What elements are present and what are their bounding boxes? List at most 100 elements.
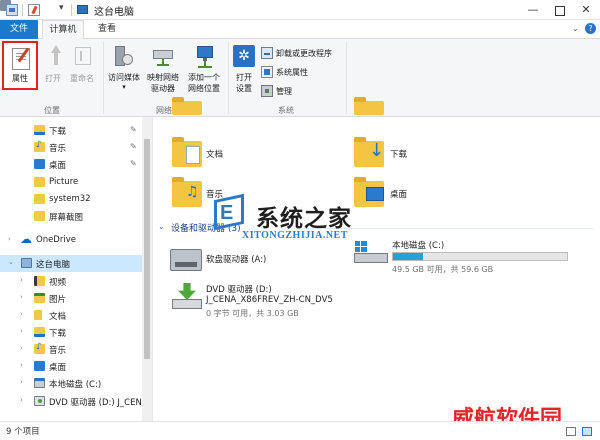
rename-button[interactable]: 重命名 — [66, 41, 98, 90]
nav-item-local-disk[interactable]: › 本地磁盘 (C:) — [0, 375, 142, 392]
nav-item-pictures[interactable]: › 图片 — [0, 290, 142, 307]
add-network-location-button[interactable]: 添加一个 网络位置 — [183, 41, 225, 101]
pin-icon[interactable]: ✎ — [130, 125, 137, 134]
nav-item-onedrive[interactable]: › OneDrive — [0, 232, 142, 249]
nav-item-label: 图片 — [49, 295, 67, 305]
local-disk-label[interactable]: 本地磁盘 (C:) — [392, 239, 444, 251]
expand-arrow-icon[interactable]: › — [20, 293, 23, 301]
floppy-drive-icon[interactable] — [170, 249, 202, 271]
network-location-icon — [195, 44, 217, 68]
expand-arrow-icon[interactable]: › — [20, 396, 23, 404]
expand-arrow-icon[interactable]: › — [20, 344, 23, 352]
ribbon-separator — [103, 42, 104, 114]
local-disk-icon — [34, 378, 45, 388]
pin-icon[interactable]: ✎ — [130, 159, 137, 168]
nav-scrollbar-thumb[interactable] — [144, 139, 150, 359]
manage-button[interactable]: 管理 — [276, 86, 292, 97]
tab-view[interactable]: 查看 — [88, 20, 126, 39]
rename-label: 重命名 — [70, 74, 94, 83]
expand-arrow-icon[interactable]: › — [20, 276, 23, 284]
folder-label-downloads[interactable]: 下载 — [390, 148, 407, 160]
location-group-label: 位置 — [44, 106, 60, 115]
music-folder-icon — [34, 342, 45, 354]
tab-file[interactable]: 文件 — [0, 20, 38, 39]
quick-access-divider — [71, 4, 72, 16]
nav-item-picture[interactable]: Picture — [0, 174, 142, 191]
add-location-label-2: 网络位置 — [188, 84, 220, 93]
nav-item-desktop[interactable]: 桌面 ✎ — [0, 156, 142, 173]
dvd-drive-label[interactable]: DVD 驱动器 (D:) — [206, 283, 272, 295]
nav-item-dvd-drive[interactable]: › DVD 驱动器 (D:) J_CEN — [0, 393, 142, 410]
open-label: 打开 — [45, 74, 61, 83]
expand-arrow-icon[interactable]: › — [20, 361, 23, 369]
this-pc-icon — [21, 258, 32, 268]
open-settings-button[interactable]: 打开 设置 — [230, 41, 258, 101]
this-pc-icon — [77, 5, 88, 14]
nav-item-downloads[interactable]: › 下载 — [0, 324, 142, 341]
folder-icon — [354, 97, 384, 115]
music-folder-icon — [34, 140, 45, 152]
nav-item-system32[interactable]: system32 — [0, 191, 142, 208]
maximize-button[interactable] — [546, 0, 572, 20]
music-folder-icon[interactable] — [172, 177, 202, 207]
nav-item-desktop[interactable]: › 桌面 — [0, 358, 142, 375]
nav-item-videos[interactable]: › 视频 — [0, 273, 142, 290]
folder-label-desktop[interactable]: 桌面 — [390, 188, 407, 200]
uninstall-programs-button[interactable]: 卸载或更改程序 — [276, 48, 332, 59]
floppy-drive-label[interactable]: 软盘驱动器 (A:) — [206, 253, 266, 265]
quick-access-dropdown-icon[interactable]: ▾ — [59, 3, 64, 13]
collapse-arrow-icon[interactable]: ⌄ — [8, 258, 14, 266]
download-folder-icon — [34, 125, 45, 135]
local-disk-icon[interactable] — [354, 241, 388, 263]
minimize-button[interactable]: — — [520, 0, 546, 20]
nav-item-documents[interactable]: › 文档 — [0, 307, 142, 324]
details-view-icon[interactable] — [566, 427, 576, 436]
nav-item-music[interactable]: › 音乐 — [0, 341, 142, 358]
nav-item-label: 视频 — [49, 278, 67, 288]
tab-computer[interactable]: 计算机 — [42, 20, 84, 40]
dvd-volume-label[interactable]: J_CENA_X86FREV_ZH-CN_DV5 — [206, 295, 333, 305]
nav-item-music[interactable]: 音乐 ✎ — [0, 139, 142, 156]
nav-item-label: 本地磁盘 (C:) — [49, 380, 102, 390]
system-menu-icon[interactable] — [6, 4, 18, 16]
nav-item-label: 文档 — [49, 312, 67, 322]
nav-item-downloads[interactable]: 下载 ✎ — [0, 122, 142, 139]
help-icon[interactable]: ? — [585, 23, 596, 34]
expand-arrow-icon[interactable]: › — [8, 235, 11, 243]
nav-item-screenshots[interactable]: 屏幕截图 — [0, 208, 142, 225]
desktop-folder-icon[interactable] — [354, 177, 384, 207]
folder-icon — [34, 177, 45, 187]
nav-item-label: 这台电脑 — [36, 260, 71, 270]
expand-arrow-icon[interactable]: › — [20, 310, 23, 318]
nav-item-label: Picture — [49, 177, 79, 187]
tiles-view-icon[interactable] — [582, 427, 592, 436]
documents-folder-icon[interactable] — [172, 137, 202, 167]
pin-icon[interactable]: ✎ — [130, 142, 137, 151]
desktop-folder-icon — [34, 159, 45, 169]
nav-item-label: 音乐 — [49, 346, 67, 356]
close-button[interactable]: ✕ — [572, 0, 600, 20]
nav-item-label: 下载 — [49, 127, 67, 137]
nav-item-label: 音乐 — [49, 144, 67, 154]
picture-folder-icon — [34, 293, 45, 303]
system-properties-button[interactable]: 系统属性 — [276, 67, 308, 78]
open-button[interactable]: 打开 — [40, 41, 66, 90]
access-media-button[interactable]: 访问媒体 ▾ — [105, 41, 143, 101]
map-network-drive-button[interactable]: 映射网络 驱动器 — [143, 41, 183, 101]
download-folder-icon[interactable] — [354, 137, 384, 167]
nav-item-label: 桌面 — [49, 363, 67, 373]
dvd-drive-space: 0 字节 可用，共 3.03 GB — [206, 309, 299, 318]
properties-button[interactable]: 属性 — [2, 41, 38, 90]
collapse-chevron-icon[interactable]: ⌄ — [158, 222, 165, 231]
quick-properties-icon[interactable] — [28, 4, 40, 16]
nav-item-this-pc[interactable]: ⌄ 这台电脑 — [0, 255, 142, 272]
expand-arrow-icon[interactable]: › — [20, 327, 23, 335]
nav-item-label: 桌面 — [49, 161, 67, 171]
expand-arrow-icon[interactable]: › — [20, 378, 23, 386]
ribbon-expand-icon[interactable]: ⌄ — [572, 24, 579, 33]
open-icon — [46, 45, 62, 67]
folder-label-documents[interactable]: 文档 — [206, 148, 223, 160]
uninstall-programs-icon — [261, 47, 273, 59]
folder-icon — [172, 97, 202, 115]
dvd-drive-icon[interactable] — [172, 283, 202, 313]
